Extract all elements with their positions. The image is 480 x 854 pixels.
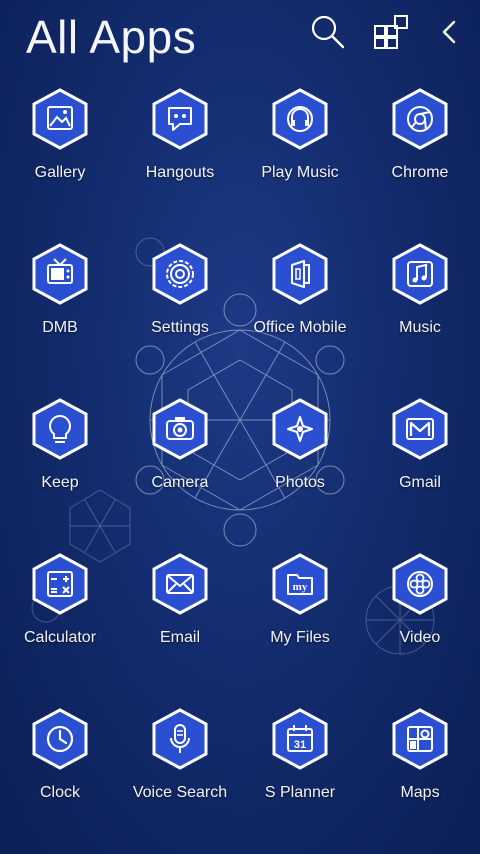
app-label: Calculator: [23, 629, 97, 646]
app-calculator[interactable]: Calculator: [0, 553, 120, 663]
photos-icon: [272, 398, 328, 460]
app-clock[interactable]: Clock: [0, 708, 120, 818]
app-label: Voice Search: [132, 784, 228, 801]
chrome-icon: [392, 88, 448, 150]
music-icon: [392, 243, 448, 305]
app-label: Settings: [151, 319, 209, 336]
app-label: Clock: [39, 784, 80, 801]
app-camera[interactable]: Camera: [120, 398, 240, 508]
maps-icon: [392, 708, 448, 770]
app-label: Photos: [275, 474, 325, 491]
my-files-icon: my: [272, 553, 328, 615]
email-icon: [152, 553, 208, 615]
app-chrome[interactable]: Chrome: [360, 88, 480, 198]
app-label: Gallery: [34, 164, 86, 181]
hangouts-icon: [152, 88, 208, 150]
app-photos[interactable]: Photos: [240, 398, 360, 508]
app-label: Keep: [41, 474, 79, 491]
app-play-music[interactable]: Play Music: [240, 88, 360, 198]
voice-search-icon: [152, 708, 208, 770]
app-label: Video: [399, 629, 441, 646]
dmb-icon: [32, 243, 88, 305]
app-label: Chrome: [391, 164, 449, 181]
app-maps[interactable]: Maps: [360, 708, 480, 818]
video-icon: [392, 553, 448, 615]
app-gallery[interactable]: Gallery: [0, 88, 120, 198]
gmail-icon: [392, 398, 448, 460]
play-music-icon: [272, 88, 328, 150]
office-mobile-icon: [272, 243, 328, 305]
app-label: Camera: [151, 474, 209, 491]
s-planner-icon-day: 31: [294, 739, 306, 751]
app-label: Maps: [400, 784, 440, 801]
back-chevron-icon[interactable]: [432, 14, 468, 50]
app-my-files[interactable]: my My Files: [240, 553, 360, 663]
app-hangouts[interactable]: Hangouts: [120, 88, 240, 198]
app-label: Hangouts: [145, 164, 215, 181]
app-label: Office Mobile: [253, 319, 347, 336]
app-label: DMB: [42, 319, 78, 336]
app-voice-search[interactable]: Voice Search: [120, 708, 240, 818]
app-music[interactable]: Music: [360, 243, 480, 353]
app-label: My Files: [270, 629, 330, 646]
camera-icon: [152, 398, 208, 460]
app-office-mobile[interactable]: Office Mobile: [240, 243, 360, 353]
app-drawer-header: All Apps: [0, 0, 480, 76]
app-keep[interactable]: Keep: [0, 398, 120, 508]
s-planner-icon: 31: [272, 708, 328, 770]
calculator-icon: [32, 553, 88, 615]
app-gmail[interactable]: Gmail: [360, 398, 480, 508]
app-label: Gmail: [399, 474, 441, 491]
gallery-icon: [32, 88, 88, 150]
page-title: All Apps: [26, 11, 197, 63]
settings-icon: [152, 243, 208, 305]
app-label: Music: [399, 319, 441, 336]
clock-icon: [32, 708, 88, 770]
app-layout-icon[interactable]: [373, 14, 409, 50]
keep-icon: [32, 398, 88, 460]
app-video[interactable]: Video: [360, 553, 480, 663]
app-label: S Planner: [264, 784, 336, 801]
app-dmb[interactable]: DMB: [0, 243, 120, 353]
my-files-icon-text: my: [293, 581, 308, 593]
app-s-planner[interactable]: 31 S Planner: [240, 708, 360, 818]
app-settings[interactable]: Settings: [120, 243, 240, 353]
search-icon[interactable]: [310, 14, 346, 50]
app-email[interactable]: Email: [120, 553, 240, 663]
app-label: Email: [159, 629, 200, 646]
app-label: Play Music: [261, 164, 339, 181]
